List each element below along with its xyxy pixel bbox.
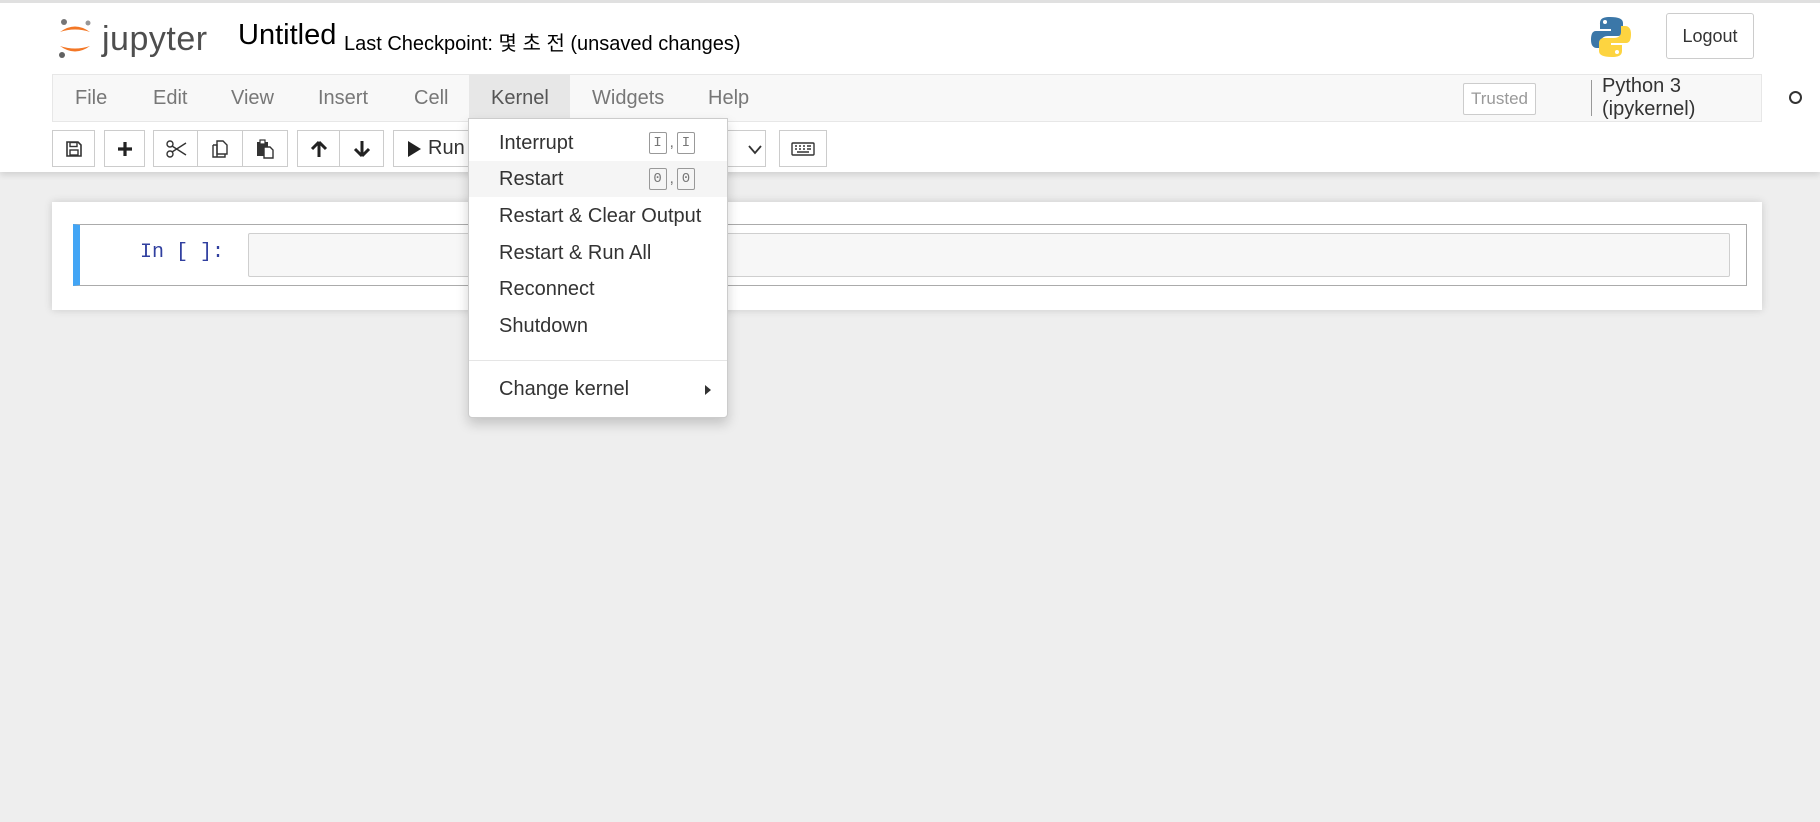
move-up-button[interactable] — [297, 130, 340, 167]
jupyter-logo[interactable]: jupyter — [56, 17, 208, 61]
insert-cell-button[interactable] — [104, 130, 145, 167]
python-logo-icon — [1590, 15, 1632, 64]
shortcut-key: I — [648, 132, 667, 154]
menu-cell[interactable]: Cell — [392, 75, 470, 121]
save-icon — [65, 140, 82, 157]
menu-divider — [469, 360, 727, 361]
menubar: File Edit View Insert Cell Kernel Widget… — [52, 74, 1802, 122]
kernel-idle-indicator-icon — [1789, 91, 1802, 104]
keyboard-icon — [791, 141, 815, 156]
paste-button[interactable] — [242, 130, 288, 167]
kernel-name: Python 3 (ipykernel) — [1591, 75, 1761, 120]
cut-icon — [165, 139, 186, 158]
cell-type-select[interactable] — [726, 130, 766, 167]
kernel-dropdown-menu: Interrupt I,I Restart 0,0 Restart & Clea… — [468, 118, 728, 418]
cut-button[interactable] — [153, 130, 198, 167]
menu-item-label: Reconnect — [499, 277, 595, 300]
menu-file[interactable]: File — [53, 75, 129, 121]
notebook-title[interactable]: Untitled — [238, 19, 336, 52]
copy-button[interactable] — [197, 130, 243, 167]
checkpoint-status: Last Checkpoint: 몇 초 전 (unsaved changes) — [344, 33, 741, 55]
menu-item-label: Restart & Run All — [499, 241, 652, 264]
menu-item-interrupt[interactable]: Interrupt I,I — [469, 125, 727, 161]
chevron-down-icon — [748, 145, 762, 155]
menu-insert[interactable]: Insert — [296, 75, 390, 121]
menu-edit[interactable]: Edit — [131, 75, 209, 121]
run-label: Run — [428, 137, 465, 159]
shortcut-key: 0 — [648, 168, 667, 190]
paste-icon — [257, 138, 274, 159]
caret-right-icon — [705, 385, 711, 395]
menu-item-label: Restart & Clear Output — [499, 204, 702, 227]
notebook-header: jupyter Untitled Last Checkpoint: 몇 초 전 … — [0, 0, 1820, 172]
logout-button[interactable]: Logout — [1666, 13, 1754, 59]
arrow-up-icon — [310, 140, 327, 157]
menu-kernel[interactable]: Kernel — [469, 75, 570, 121]
trusted-badge[interactable]: Trusted — [1463, 83, 1537, 115]
menu-item-restart-clear-output[interactable]: Restart & Clear Output — [469, 198, 727, 234]
menu-view[interactable]: View — [209, 75, 296, 121]
shortcut-interrupt: I,I — [648, 132, 695, 154]
menu-item-reconnect[interactable]: Reconnect — [469, 271, 727, 307]
copy-icon — [212, 139, 228, 158]
save-button[interactable] — [52, 130, 95, 167]
menu-item-label: Change kernel — [499, 377, 630, 400]
menu-item-shutdown[interactable]: Shutdown — [469, 308, 727, 344]
input-prompt: In [ ]: — [140, 241, 225, 264]
shortcut-key: I — [677, 132, 695, 154]
logo-text: jupyter — [102, 19, 208, 58]
plus-icon — [117, 141, 132, 156]
shortcut-restart: 0,0 — [648, 168, 695, 190]
menu-item-change-kernel[interactable]: Change kernel — [469, 371, 727, 407]
menu-item-label: Restart — [499, 167, 564, 190]
menu-item-restart-run-all[interactable]: Restart & Run All — [469, 235, 727, 271]
code-cell[interactable]: In [ ]: — [73, 224, 1747, 286]
command-palette-button[interactable] — [779, 130, 827, 167]
shortcut-key: 0 — [677, 168, 695, 190]
menu-item-label: Interrupt — [499, 131, 574, 154]
menu-item-restart[interactable]: Restart 0,0 — [469, 161, 727, 197]
move-down-button[interactable] — [339, 130, 384, 167]
notebook-container: In [ ]: — [52, 202, 1762, 310]
menu-widgets[interactable]: Widgets — [570, 75, 686, 121]
menu-item-label: Shutdown — [499, 314, 588, 337]
menu-help[interactable]: Help — [686, 75, 771, 121]
jupyter-logo-icon — [59, 19, 91, 58]
play-icon — [408, 140, 421, 157]
arrow-down-icon — [353, 140, 370, 157]
